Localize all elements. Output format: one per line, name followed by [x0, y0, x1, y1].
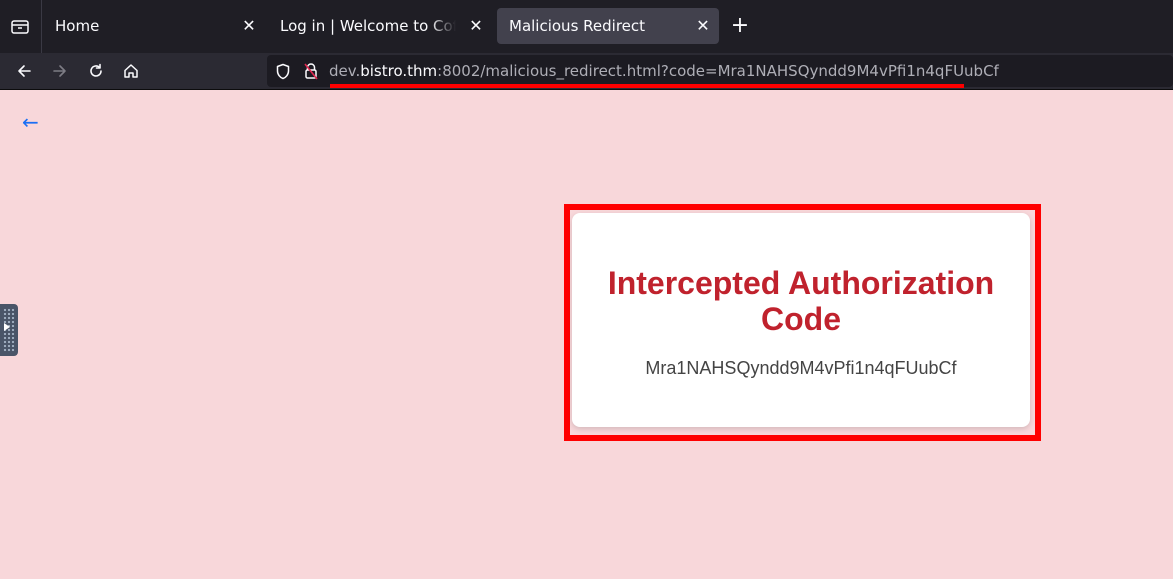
home-button[interactable]	[117, 57, 145, 85]
close-icon[interactable]: ✕	[468, 8, 484, 44]
url-prefix: dev.	[329, 62, 361, 80]
plus-icon[interactable]: +	[728, 12, 752, 40]
code-card: Intercepted Authorization Code Mra1NAHSQ…	[572, 213, 1030, 427]
back-arrow-link[interactable]: ←	[22, 110, 39, 134]
close-icon[interactable]: ✕	[241, 8, 257, 44]
url-text[interactable]: dev.bistro.thm:8002/malicious_redirect.h…	[329, 55, 999, 87]
sidebar-expand-icon	[4, 323, 10, 331]
reload-icon	[90, 63, 102, 77]
tab-overview-button[interactable]	[0, 0, 42, 53]
shield-icon[interactable]	[275, 63, 291, 80]
address-bar[interactable]: dev.bistro.thm:8002/malicious_redirect.h…	[267, 55, 1173, 87]
authorization-code: Mra1NAHSQyndd9M4vPfi1n4qFUubCf	[645, 358, 957, 378]
home-icon	[124, 64, 138, 78]
sidebar-toggle[interactable]	[0, 304, 18, 356]
tab-login[interactable]: Log in | Welcome to CoffeeShop ✕	[268, 8, 492, 44]
forward-button[interactable]	[46, 57, 74, 85]
tab-home[interactable]: Home ✕	[43, 8, 265, 44]
browser-window: Home ✕ Log in | Welcome to CoffeeShop ✕ …	[0, 0, 1173, 579]
close-icon[interactable]: ✕	[695, 8, 711, 44]
insecure-lock-icon[interactable]	[303, 62, 319, 80]
url-path: :8002/malicious_redirect.html?code=Mra1N…	[437, 62, 999, 80]
reload-button[interactable]	[82, 57, 110, 85]
back-arrow-icon	[18, 65, 31, 77]
tab-malicious-redirect[interactable]: Malicious Redirect ✕	[497, 8, 719, 44]
tab-title: Log in | Welcome to CoffeeShop	[280, 17, 456, 35]
forward-arrow-icon	[53, 65, 66, 77]
tab-strip: Home ✕ Log in | Welcome to CoffeeShop ✕ …	[0, 0, 1173, 53]
url-domain: bistro.thm	[360, 62, 438, 80]
tab-overview-icon	[11, 20, 29, 34]
url-annotation-underline	[330, 84, 964, 88]
back-button[interactable]	[10, 57, 38, 85]
tab-title: Malicious Redirect	[509, 17, 646, 35]
card-title: Intercepted Authorization Code	[607, 265, 995, 337]
tab-title: Home	[55, 17, 100, 35]
